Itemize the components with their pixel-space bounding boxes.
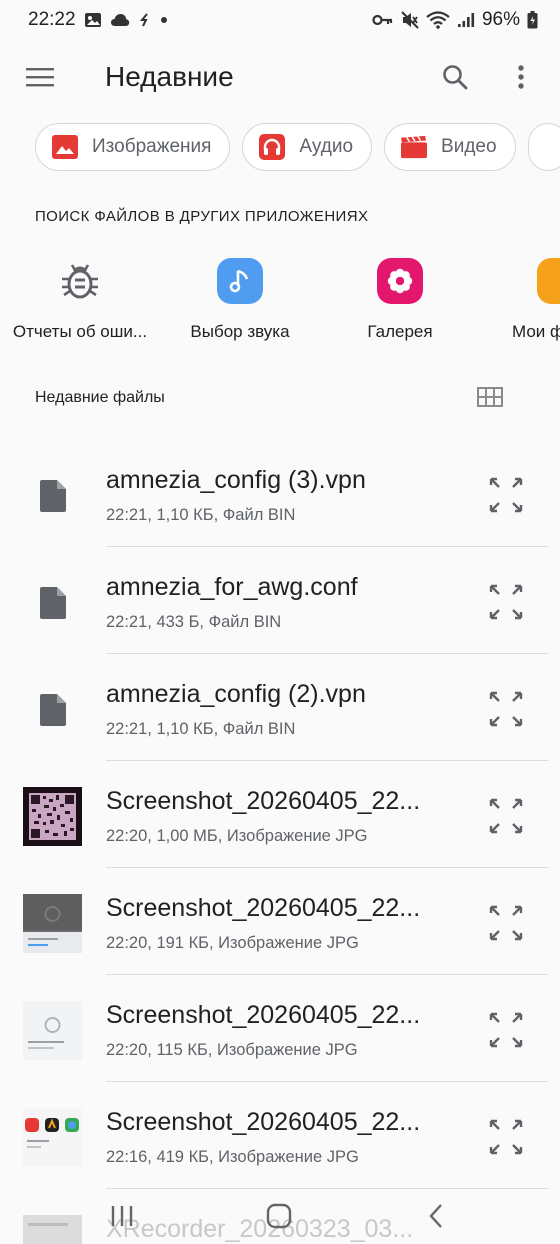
list-item[interactable]: amnezia_for_awg.conf 22:21, 433 Б, Файл … [0, 547, 560, 654]
search-icon[interactable] [436, 58, 474, 96]
status-time: 22:22 [28, 9, 76, 30]
app-label: Галерея [367, 322, 433, 341]
file-icon [23, 680, 82, 739]
app-bug-reports[interactable]: Отчеты об оши... [0, 258, 165, 342]
app-bar: Недавние [0, 44, 560, 110]
app-label: Отчеты об оши... [12, 322, 148, 341]
sync-icon [138, 12, 152, 28]
recent-files-list: amnezia_config (3).vpn 22:21, 1,10 КБ, Ф… [0, 440, 560, 1244]
chip-images[interactable]: Изображения [35, 123, 231, 171]
file-name: amnezia_for_awg.conf [106, 573, 358, 601]
expand-icon[interactable] [487, 475, 525, 515]
more-vert-icon[interactable] [504, 58, 538, 96]
app-label: Выбор звука [190, 322, 290, 341]
file-meta: 22:16, 419 КБ, Изображение JPG [106, 1148, 359, 1166]
grid-view-icon[interactable] [476, 385, 504, 409]
app-gallery[interactable]: Галерея [315, 258, 485, 342]
wifi-icon [426, 11, 450, 29]
home-icon[interactable] [259, 1196, 299, 1236]
system-nav-bar [0, 1188, 560, 1244]
app-my-files[interactable]: Мои ф [490, 258, 560, 342]
cloud-icon [110, 13, 130, 27]
file-name: Screenshot_20260405_22... [106, 787, 421, 815]
key-icon [372, 13, 394, 27]
page-title: Недавние [105, 61, 234, 92]
chip-more[interactable] [527, 123, 560, 171]
signal-icon [457, 12, 475, 28]
back-icon[interactable] [416, 1196, 456, 1236]
expand-icon[interactable] [487, 903, 525, 943]
folder-icon [537, 258, 560, 304]
chip-label: Видео [441, 136, 497, 157]
menu-icon[interactable] [20, 60, 60, 94]
light-screenshot-thumbnail [23, 1001, 82, 1060]
mute-icon [401, 11, 419, 29]
file-meta: 22:21, 1,10 КБ, Файл BIN [106, 720, 296, 738]
list-item[interactable]: Screenshot_20260405_22... 22:20, 1,00 МБ… [0, 761, 560, 868]
expand-icon[interactable] [487, 689, 525, 729]
dot-icon [160, 16, 168, 24]
other-apps-row: Отчеты об оши... Выбор звука Галерея Мои… [0, 258, 560, 358]
file-icon [23, 466, 82, 525]
battery-icon [527, 11, 538, 29]
flower-icon [377, 258, 423, 304]
app-label: Мои ф [512, 322, 560, 341]
image-icon [52, 134, 78, 160]
qr-thumbnail [23, 787, 82, 846]
file-meta: 22:21, 1,10 КБ, Файл BIN [106, 506, 296, 524]
gallery-icon [84, 12, 102, 28]
list-item[interactable]: Screenshot_20260405_22... 22:20, 115 КБ,… [0, 975, 560, 1082]
chip-video[interactable]: Видео [384, 123, 516, 171]
file-meta: 22:20, 1,00 МБ, Изображение JPG [106, 827, 368, 845]
file-name: amnezia_config (2).vpn [106, 680, 366, 708]
list-item[interactable]: Screenshot_20260405_22... 22:16, 419 КБ,… [0, 1082, 560, 1189]
app-sound-picker[interactable]: Выбор звука [155, 258, 325, 342]
expand-icon[interactable] [487, 796, 525, 836]
expand-icon[interactable] [487, 582, 525, 622]
recents-icon[interactable] [102, 1196, 142, 1236]
file-name: Screenshot_20260405_22... [106, 1108, 421, 1136]
list-item[interactable]: amnezia_config (2).vpn 22:21, 1,10 КБ, Ф… [0, 654, 560, 761]
clapperboard-icon [401, 134, 428, 160]
chip-label: Изображения [92, 136, 212, 157]
headphones-icon [259, 134, 286, 160]
chip-label: Аудио [299, 136, 354, 157]
file-name: Screenshot_20260405_22... [106, 894, 421, 922]
file-meta: 22:21, 433 Б, Файл BIN [106, 613, 282, 631]
expand-icon[interactable] [487, 1010, 525, 1050]
other-apps-heading: ПОИСК ФАЙЛОВ В ДРУГИХ ПРИЛОЖЕНИЯХ [35, 208, 369, 225]
list-item[interactable]: Screenshot_20260405_22... 22:20, 191 КБ,… [0, 868, 560, 975]
file-name: Screenshot_20260405_22... [106, 1001, 421, 1029]
recent-files-heading: Недавние файлы [35, 389, 165, 406]
status-bar: 22:22 96% [0, 0, 560, 40]
expand-icon[interactable] [487, 1117, 525, 1157]
chip-audio[interactable]: Аудио [242, 123, 373, 171]
list-item[interactable]: amnezia_config (3).vpn 22:21, 1,10 КБ, Ф… [0, 440, 560, 547]
music-note-icon [217, 258, 263, 304]
bug-icon [57, 258, 103, 304]
file-meta: 22:20, 191 КБ, Изображение JPG [106, 934, 359, 952]
battery-level: 96% [481, 9, 520, 30]
file-name: amnezia_config (3).vpn [106, 466, 366, 494]
file-icon [23, 573, 82, 632]
apps-screenshot-thumbnail [23, 1108, 82, 1167]
category-chips: Изображения Аудио Видео [35, 123, 560, 171]
dark-screenshot-thumbnail [23, 894, 82, 953]
file-meta: 22:20, 115 КБ, Изображение JPG [106, 1041, 358, 1059]
